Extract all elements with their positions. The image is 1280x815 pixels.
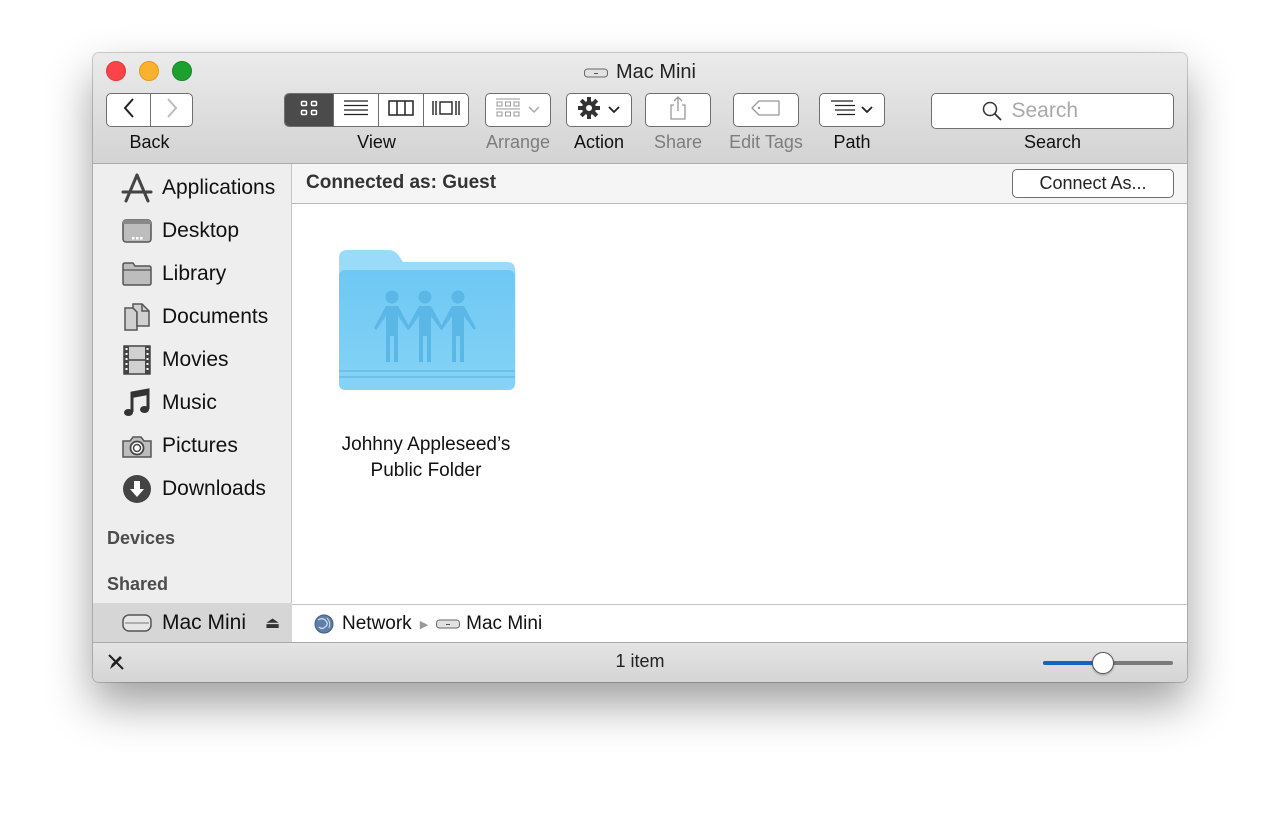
search-field[interactable]: [931, 93, 1174, 129]
sidebar-item-mac-mini[interactable]: Mac Mini ⏏: [93, 603, 292, 642]
edit-tags-button[interactable]: [733, 93, 799, 127]
file-name: Johhny Appleseed’s Public Folder: [341, 434, 511, 481]
public-folder-icon: [337, 246, 519, 399]
connected-as-text: Connected as: Guest: [306, 172, 497, 193]
view-segmented-control: [284, 93, 469, 127]
status-bar: 1 item: [93, 642, 1187, 682]
view-list-button[interactable]: [333, 94, 378, 126]
chevron-down-icon: [861, 101, 873, 119]
slider-knob[interactable]: [1091, 652, 1114, 674]
arrange-grid-icon: [496, 98, 520, 123]
chevron-right-icon: [165, 97, 179, 124]
music-icon: [120, 386, 154, 420]
movies-icon: [120, 343, 154, 377]
arrange-button[interactable]: [485, 93, 551, 127]
back-button[interactable]: [106, 93, 151, 127]
search-label: Search: [1023, 132, 1082, 152]
share-label: Share: [653, 132, 703, 152]
columns-icon: [388, 99, 414, 121]
window-title-text: Mac Mini: [615, 61, 696, 83]
list-icon: [344, 99, 369, 121]
icon-grid-icon: [300, 100, 318, 121]
chevron-left-icon: [122, 97, 136, 124]
chevron-down-icon: [528, 101, 540, 119]
title-toolbar: Mac Mini Back View Arrange Action Share …: [93, 53, 1187, 164]
path-button[interactable]: [819, 93, 885, 127]
downloads-icon: [120, 472, 154, 506]
arrange-label: Arrange: [485, 132, 551, 152]
gear-icon: [578, 96, 600, 124]
action-label: Action: [573, 132, 625, 152]
share-icon: [668, 95, 688, 125]
documents-icon: [120, 300, 154, 334]
sidebar-item-movies[interactable]: Movies: [93, 338, 292, 381]
eject-icon[interactable]: ⏏: [265, 613, 280, 633]
desktop-icon: [120, 214, 154, 248]
path-list-icon: [831, 99, 855, 122]
chevron-down-icon: [608, 101, 620, 119]
sidebar-item-desktop[interactable]: Desktop: [93, 209, 292, 252]
sidebar-item-documents[interactable]: Documents: [93, 295, 292, 338]
path-segment-network[interactable]: Network: [342, 613, 412, 635]
view-coverflow-button[interactable]: [422, 94, 468, 126]
sidebar: Applications Desktop Library Documents M…: [93, 164, 292, 642]
icon-size-slider[interactable]: [1043, 652, 1173, 674]
tag-icon: [751, 99, 781, 121]
action-button[interactable]: [566, 93, 632, 127]
connect-as-button[interactable]: Connect As...: [1012, 169, 1174, 198]
edit-tags-label: Edit Tags: [729, 132, 803, 152]
cover-flow-icon: [431, 99, 461, 122]
applications-icon: [120, 171, 154, 205]
content-area: Connected as: Guest Connect As... Johhny…: [292, 164, 1187, 643]
mac-mini-icon: [436, 619, 461, 629]
devices-heading: Devices: [107, 528, 176, 548]
path-segment-mac-mini[interactable]: Mac Mini: [466, 613, 542, 635]
share-button[interactable]: [645, 93, 711, 127]
search-input[interactable]: [1009, 98, 1124, 124]
sidebar-item-applications[interactable]: Applications: [93, 166, 292, 209]
connection-bar: Connected as: Guest Connect As...: [292, 164, 1187, 204]
path-separator-icon: ▶: [419, 618, 429, 631]
folder-icon: [120, 257, 154, 291]
view-label: View: [357, 132, 396, 152]
mac-mini-icon: [583, 61, 608, 84]
back-label: Back: [129, 132, 170, 152]
view-column-button[interactable]: [378, 94, 422, 126]
shared-heading: Shared: [107, 574, 169, 594]
finder-window: Mac Mini Back View Arrange Action Share …: [93, 53, 1187, 682]
window-title: Mac Mini: [93, 61, 1187, 84]
sidebar-item-music[interactable]: Music: [93, 381, 292, 424]
view-icon-button[interactable]: [285, 94, 334, 126]
sidebar-item-library[interactable]: Library: [93, 252, 292, 295]
path-bar: Network ▶ Mac Mini: [292, 604, 1187, 643]
camera-icon: [120, 429, 154, 463]
sidebar-item-pictures[interactable]: Pictures: [93, 424, 292, 467]
network-globe-icon: [314, 614, 334, 634]
path-label: Path: [833, 132, 871, 152]
item-count: 1 item: [615, 651, 665, 671]
sidebar-item-downloads[interactable]: Downloads: [93, 467, 292, 510]
mac-mini-icon: [120, 606, 154, 640]
forward-button[interactable]: [150, 93, 193, 127]
magnifier-icon: [982, 101, 1002, 121]
